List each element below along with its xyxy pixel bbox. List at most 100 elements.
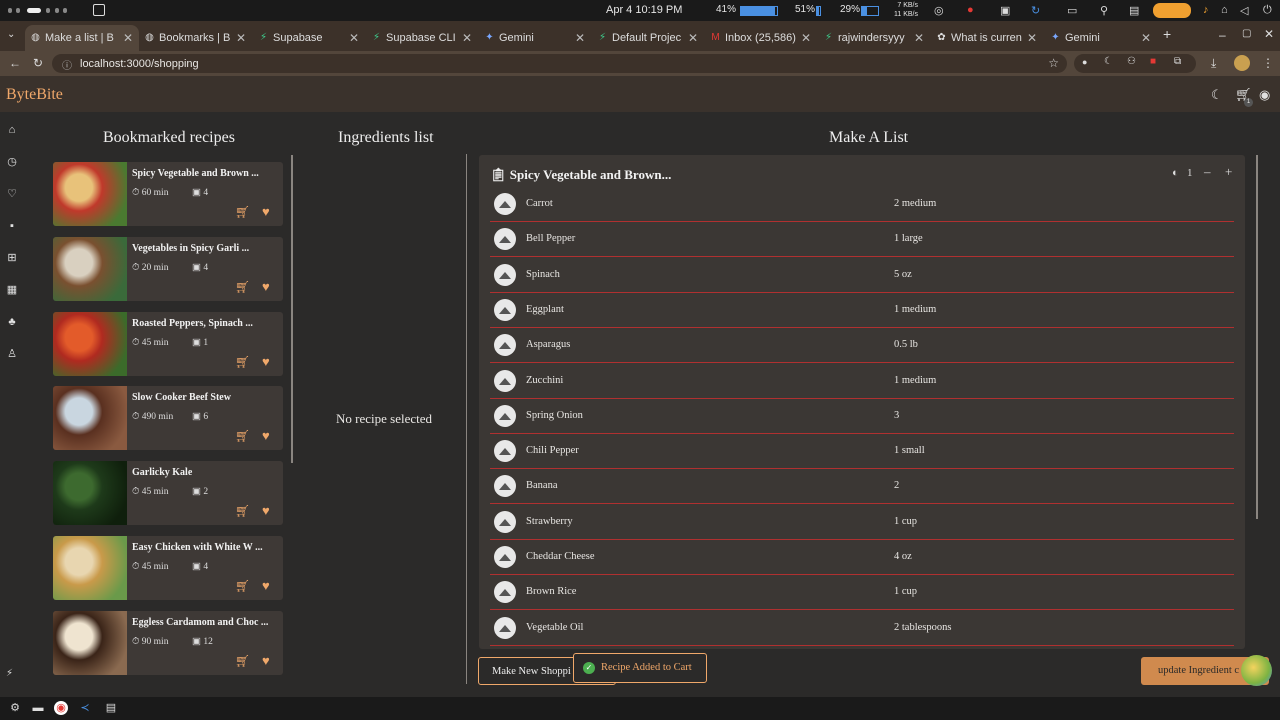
tab-3[interactable]: ⚡︎ Supabase CLI ✕: [366, 25, 478, 51]
ingredient-row[interactable]: Carrot 2 medium: [490, 187, 1234, 222]
add-to-cart-icon[interactable]: 🛒︎: [235, 205, 250, 220]
workspace-dot[interactable]: [46, 8, 50, 13]
shopping-cart-nav-icon[interactable]: ⊞: [6, 252, 18, 264]
site-info-icon[interactable]: ⓘ: [62, 57, 72, 72]
settings-icon[interactable]: ⚙: [8, 701, 22, 715]
window-overview-icon[interactable]: [93, 4, 105, 16]
ingredient-row[interactable]: Brown Rice 1 cup: [490, 575, 1234, 611]
system-clock[interactable]: Apr 4 10:19 PM: [606, 4, 682, 16]
new-tab-icon[interactable]: +: [1163, 26, 1171, 42]
maximize-icon[interactable]: ▢: [1242, 28, 1251, 39]
recipe-title[interactable]: Eggless Cardamom and Choc ...: [132, 617, 268, 628]
recipe-card[interactable]: Garlicky Kale ⏱︎ 45 min ▣ 2 🛒︎ ♥: [53, 461, 283, 526]
power-icon[interactable]: ⏻: [1263, 4, 1272, 17]
profile-avatar[interactable]: [1234, 55, 1250, 71]
ingredient-row[interactable]: Spinach 5 oz: [490, 258, 1234, 293]
close-tab-icon[interactable]: ✕: [349, 31, 359, 45]
recipe-title[interactable]: Spicy Vegetable and Brown ...: [132, 168, 259, 179]
tab-0[interactable]: ◍ Make a list | B ✕: [25, 25, 139, 51]
favorites-icon[interactable]: ♡: [6, 188, 18, 200]
minimize-icon[interactable]: –: [1219, 28, 1226, 42]
favorite-heart-icon[interactable]: ♥: [262, 578, 270, 594]
reload-icon[interactable]: ↻: [33, 56, 43, 70]
chrome-icon[interactable]: ◉: [54, 701, 68, 715]
recipe-card[interactable]: Easy Chicken with White W ... ⏱︎ 45 min ▣ …: [53, 535, 283, 600]
close-tab-icon[interactable]: ✕: [1027, 31, 1037, 45]
ingredient-row[interactable]: Strawberry 1 cup: [490, 505, 1234, 540]
app-logo[interactable]: ByteBite: [6, 86, 63, 104]
favorite-heart-icon[interactable]: ♥: [262, 279, 270, 295]
close-tab-icon[interactable]: ✕: [236, 31, 246, 45]
increase-servings-button[interactable]: +: [1225, 164, 1232, 180]
recipe-title[interactable]: Slow Cooker Beef Stew: [132, 392, 231, 403]
ingredient-row[interactable]: Vegetable Oil 2 tablespoons: [490, 611, 1234, 646]
close-tab-icon[interactable]: ✕: [914, 31, 924, 45]
recipe-image[interactable]: [53, 535, 127, 600]
ingredient-row[interactable]: Bell Pepper 1 large: [490, 222, 1234, 258]
ingredient-row[interactable]: Eggplant 1 medium: [490, 293, 1234, 328]
recipe-image[interactable]: [53, 162, 127, 226]
close-tab-icon[interactable]: ✕: [462, 31, 472, 45]
recipe-card[interactable]: Slow Cooker Beef Stew ⏱︎ 490 min ▣ 6 🛒︎ ♥: [53, 386, 283, 451]
sync-tray-icon[interactable]: ↻: [1031, 4, 1040, 17]
close-tab-icon[interactable]: ✕: [575, 31, 585, 45]
vscode-icon[interactable]: ≺: [78, 701, 92, 715]
ingredient-row[interactable]: Banana 2: [490, 469, 1234, 505]
recipe-image[interactable]: [53, 610, 127, 675]
recipe-title[interactable]: Easy Chicken with White W ...: [132, 542, 263, 553]
url-field[interactable]: ⓘ localhost:3000/shopping ☆: [52, 54, 1067, 73]
decrease-servings-button[interactable]: –: [1204, 164, 1211, 180]
favorite-heart-icon[interactable]: ♥: [262, 354, 270, 370]
back-icon[interactable]: ←: [9, 56, 21, 70]
tab-search-icon[interactable]: ⌄: [7, 29, 15, 40]
tab-8[interactable]: ✿ What is curren ✕: [931, 25, 1043, 51]
files-icon[interactable]: ▬: [31, 701, 45, 715]
recipe-image[interactable]: [53, 236, 127, 301]
tab-9[interactable]: ✦ Gemini ✕: [1045, 25, 1157, 51]
ingredient-row[interactable]: Cheddar Cheese 4 oz: [490, 540, 1234, 575]
floating-assistant-avatar[interactable]: [1241, 655, 1272, 686]
extension-3-icon[interactable]: ⚇: [1127, 56, 1136, 67]
volume-icon[interactable]: ◁: [1240, 4, 1248, 17]
user-icon[interactable]: ♙: [6, 348, 18, 360]
add-to-cart-icon[interactable]: 🛒︎: [235, 654, 250, 669]
text-editor-icon[interactable]: ▤: [104, 701, 118, 715]
bookmark-star-icon[interactable]: ☆: [1048, 56, 1059, 70]
favorite-heart-icon[interactable]: ♥: [262, 503, 270, 519]
extension-4-icon[interactable]: ■: [1150, 56, 1156, 67]
recipe-image[interactable]: [53, 386, 127, 451]
ingredient-row[interactable]: Spring Onion 3: [490, 399, 1234, 434]
add-to-cart-icon[interactable]: 🛒︎: [235, 280, 250, 295]
workspace-active[interactable]: [27, 8, 41, 13]
recipe-card[interactable]: Roasted Peppers, Spinach ... ⏱︎ 45 min ▣ 1…: [53, 311, 283, 376]
ingredient-row[interactable]: Zucchini 1 medium: [490, 364, 1234, 399]
favorite-heart-icon[interactable]: ♥: [262, 428, 270, 444]
account-icon[interactable]: ◉: [1259, 87, 1270, 103]
mic-icon[interactable]: ♪: [1203, 4, 1209, 16]
history-icon[interactable]: ◷: [6, 156, 18, 168]
recipe-title[interactable]: Garlicky Kale: [132, 467, 192, 478]
recipe-title[interactable]: Vegetables in Spicy Garli ...: [132, 243, 249, 254]
tab-5[interactable]: ⚡︎ Default Projec ✕: [592, 25, 704, 51]
recipe-card[interactable]: Eggless Cardamom and Choc ... ⏱︎ 90 min ▣ …: [53, 610, 283, 675]
browser-menu-icon[interactable]: ⋮: [1262, 56, 1274, 70]
extensions-puzzle-icon[interactable]: ⧉: [1174, 56, 1181, 67]
close-window-icon[interactable]: ✕: [1264, 27, 1274, 41]
search-tray-icon[interactable]: ⚲: [1100, 4, 1108, 17]
close-tab-icon[interactable]: ✕: [801, 31, 811, 45]
recipe-image[interactable]: [53, 461, 127, 526]
extension-1-icon[interactable]: ●: [1082, 57, 1087, 67]
tab-6[interactable]: M Inbox (25,586) ✕: [705, 25, 817, 51]
download-icon[interactable]: ⤓: [1211, 56, 1216, 71]
add-to-cart-icon[interactable]: 🛒︎: [235, 429, 250, 444]
add-to-cart-icon[interactable]: 🛒︎: [235, 504, 250, 519]
side-collapse-toggle[interactable]: ⚡︎: [0, 666, 24, 686]
recipe-card[interactable]: Spicy Vegetable and Brown ... ⏱︎ 60 min ▣ …: [53, 162, 283, 226]
tab-7[interactable]: ⚡︎ rajwindersyyy ✕: [818, 25, 930, 51]
tab-4[interactable]: ✦ Gemini ✕: [479, 25, 591, 51]
close-tab-icon[interactable]: ✕: [123, 31, 133, 45]
bookmarks-scrollbar[interactable]: [291, 155, 293, 463]
workspace-dot[interactable]: [16, 8, 20, 13]
list-scrollbar[interactable]: [1256, 155, 1258, 519]
add-to-cart-icon[interactable]: 🛒︎: [235, 579, 250, 594]
